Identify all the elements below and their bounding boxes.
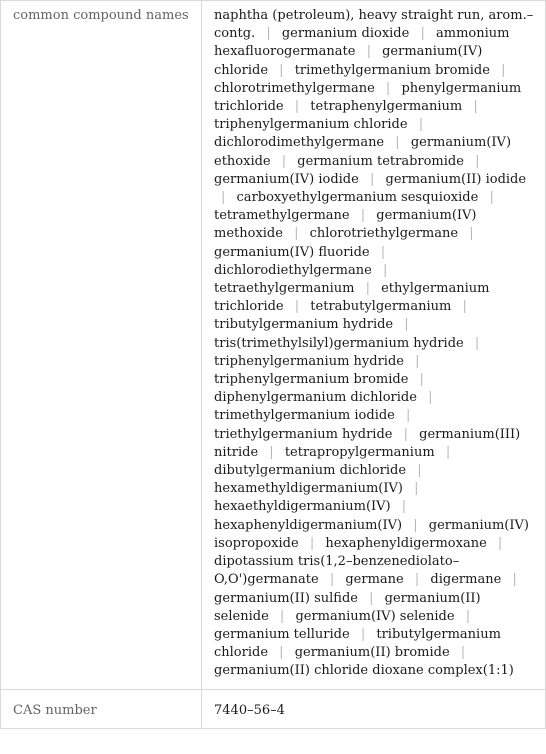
compound-name: germanium(IV) fluoride	[214, 244, 370, 260]
separator: |	[406, 408, 411, 424]
separator: |	[475, 153, 480, 169]
separator: |	[473, 99, 478, 115]
separator: |	[369, 590, 374, 606]
separator: |	[403, 426, 409, 442]
separator: |	[360, 208, 366, 224]
compound-name: germanium(II) sulfide	[214, 590, 358, 606]
compound-name: triphenylgermanium chloride	[214, 117, 408, 133]
separator: |	[418, 117, 424, 133]
compound-names-list: naphtha (petroleum), heavy straight run,…	[201, 0, 546, 690]
compound-name: germanium(II) bromide	[294, 645, 450, 661]
compound-name: trimethylgermanium bromide	[294, 62, 490, 78]
separator: |	[380, 244, 386, 260]
separator: |	[497, 535, 503, 551]
separator: |	[401, 499, 407, 515]
compound-name: carboxyethylgermanium sesquioxide	[236, 190, 479, 206]
compound-name: diphenylgermanium dichloride	[214, 390, 417, 406]
separator: |	[462, 299, 467, 315]
compound-name: germanium dioxide	[281, 26, 410, 42]
compound-name: tetrapropylgermanium	[284, 444, 435, 460]
separator: |	[414, 481, 419, 497]
separator: |	[365, 281, 370, 297]
separator: |	[382, 262, 388, 278]
compound-name: chlorotrimethylgermane	[214, 80, 375, 96]
compound-name: dichlorodiethylgermane	[214, 262, 372, 278]
separator: |	[279, 608, 285, 624]
row-label: common compound names	[0, 0, 202, 690]
compound-name: triphenylgermanium hydride	[214, 353, 404, 369]
compound-name: triethylgermanium hydride	[214, 426, 393, 442]
separator: |	[420, 26, 425, 42]
compound-name: tetraethylgermanium	[214, 281, 355, 297]
table-row-common-compound-names: common compound names naphtha (petroleum…	[0, 0, 546, 690]
separator: |	[469, 226, 474, 242]
separator: |	[269, 444, 274, 460]
separator: |	[489, 190, 494, 206]
table-row-cas-number: CAS number 7440–56–4	[0, 688, 546, 729]
compound-name: tris(trimethylsilyl)germanium hydride	[214, 335, 464, 351]
compound-name: hexaphenyldigermanium(IV)	[214, 517, 403, 533]
compound-name: germanium(II) chloride dioxane complex(1…	[214, 663, 514, 679]
cas-number-value: 7440–56–4	[201, 688, 546, 729]
separator: |	[309, 535, 315, 551]
separator: |	[428, 390, 433, 406]
separator: |	[417, 463, 422, 479]
separator: |	[385, 80, 391, 96]
separator: |	[279, 62, 284, 78]
separator: |	[512, 572, 517, 588]
separator: |	[281, 153, 287, 169]
compound-name: hexamethyldigermanium(IV)	[214, 481, 403, 497]
separator: |	[413, 517, 418, 533]
compound-name: tetramethylgermane	[214, 208, 350, 224]
compound-name: germanium(IV) iodide	[214, 171, 359, 187]
compound-name: trimethylgermanium iodide	[214, 408, 395, 424]
compound-name: dichlorodimethylgermane	[214, 135, 385, 151]
compound-name: chlorotriethylgermane	[309, 226, 459, 242]
compound-name: germanium tetrabromide	[297, 153, 464, 169]
separator: |	[369, 171, 375, 187]
separator: |	[465, 608, 471, 624]
compound-name: germanium telluride	[214, 626, 350, 642]
compound-name: triphenylgermanium bromide	[214, 372, 409, 388]
separator: |	[366, 44, 371, 60]
compound-name: tributylgermanium hydride	[214, 317, 394, 333]
separator: |	[395, 135, 400, 151]
separator: |	[279, 645, 284, 661]
compound-name: digermane	[430, 572, 502, 588]
separator: |	[414, 572, 420, 588]
separator: |	[294, 226, 299, 242]
compound-name: tetraphenylgermanium	[310, 99, 463, 115]
separator: |	[460, 645, 466, 661]
separator: |	[266, 26, 271, 42]
separator: |	[221, 190, 226, 206]
separator: |	[329, 572, 335, 588]
compound-name: germane	[345, 572, 404, 588]
compound-name: germanium(IV) selenide	[295, 608, 455, 624]
compound-name: hexaphenyldigermoxane	[325, 535, 487, 551]
separator: |	[294, 299, 300, 315]
separator: |	[360, 626, 366, 642]
separator: |	[404, 317, 409, 333]
separator: |	[419, 372, 424, 388]
separator: |	[415, 353, 420, 369]
properties-table: common compound names naphtha (petroleum…	[0, 0, 546, 729]
separator: |	[501, 62, 506, 78]
compound-name: hexaethyldigermanium(IV)	[214, 499, 391, 515]
separator: |	[474, 335, 480, 351]
separator: |	[445, 444, 451, 460]
compound-name: germanium(II) iodide	[385, 171, 527, 187]
row-label: CAS number	[0, 688, 202, 729]
compound-name: tetrabutylgermanium	[310, 299, 452, 315]
compound-name: dibutylgermanium dichloride	[214, 463, 407, 479]
separator: |	[294, 99, 300, 115]
